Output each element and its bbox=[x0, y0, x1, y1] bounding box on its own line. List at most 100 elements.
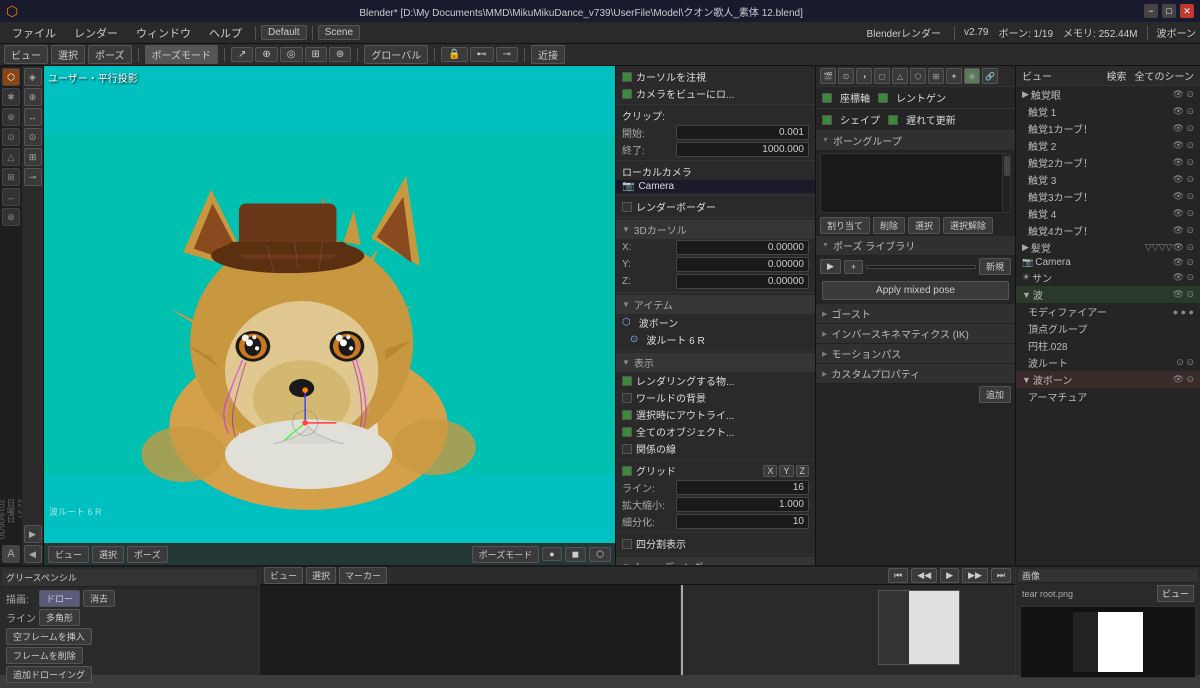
tool-icon-7[interactable]: ⊛ bbox=[2, 208, 20, 226]
tl-next-frame-btn[interactable]: ▶▶ bbox=[962, 568, 988, 583]
sun-vis[interactable]: 👁 ⊙ bbox=[1173, 272, 1194, 283]
scene-item-nami[interactable]: ▼ 波 👁 ⊙ bbox=[1016, 286, 1200, 303]
global-btn[interactable]: グローバル bbox=[364, 45, 428, 64]
grid-y-btn[interactable]: Y bbox=[779, 465, 793, 477]
tool-icon-6[interactable]: ↔ bbox=[2, 188, 20, 206]
pivot-icon5[interactable]: ⊛ bbox=[329, 47, 351, 62]
grid-x-btn[interactable]: X bbox=[763, 465, 777, 477]
scrollbar-thumb[interactable] bbox=[1004, 156, 1010, 176]
menu-render[interactable]: レンダー bbox=[66, 23, 126, 43]
prop-icon-mesh[interactable]: △ bbox=[892, 68, 908, 84]
pose-lib-play-btn[interactable]: ▶ bbox=[820, 259, 841, 274]
shokaku1-vis[interactable]: 👁 ⊙ bbox=[1173, 106, 1194, 117]
camera-scene-vis[interactable]: 👁 ⊙ bbox=[1173, 257, 1194, 268]
tool-icon-3[interactable]: ⊙ bbox=[2, 128, 20, 146]
tool-icon-2[interactable]: ⊕ bbox=[2, 108, 20, 126]
cursor-y-val[interactable]: 0.00000 bbox=[676, 257, 809, 272]
scene-item-shokaku4[interactable]: 触覚 4 👁 ⊙ bbox=[1016, 205, 1200, 222]
prop-icon-material[interactable]: ⬡ bbox=[910, 68, 926, 84]
polygon-btn[interactable]: 多角形 bbox=[39, 609, 80, 626]
tool-icon-4[interactable]: △ bbox=[2, 148, 20, 166]
outliner-all-scenes-btn[interactable]: 全てのシーン bbox=[1135, 68, 1195, 83]
lsb-tool2[interactable]: ⊕ bbox=[24, 88, 42, 106]
shokakugan-vis[interactable]: 👁 ⊙ bbox=[1173, 89, 1194, 100]
vp-render-btn[interactable]: ⬡ bbox=[589, 547, 611, 562]
prop-icon-render[interactable]: 🎬 bbox=[820, 68, 836, 84]
scene-item-modifier[interactable]: モディファイアー ● ● ● bbox=[1016, 303, 1200, 320]
outliner-search-btn[interactable]: 検索 bbox=[1107, 68, 1127, 83]
scene-item-shokaku1curve[interactable]: 触覚1カーブ！ 👁 ⊙ bbox=[1016, 120, 1200, 137]
shokaku4c-vis[interactable]: 👁 ⊙ bbox=[1173, 225, 1194, 236]
shokaku3-vis[interactable]: 👁 ⊙ bbox=[1173, 174, 1194, 185]
window-controls[interactable]: − □ ✕ bbox=[1144, 4, 1194, 18]
prop-icon-world[interactable]: ◑ bbox=[856, 68, 872, 84]
lsb-bottom2[interactable]: ◀ bbox=[24, 545, 42, 563]
scene-item-shokakugan[interactable]: ▶ 触覚眼 👁 ⊙ bbox=[1016, 86, 1200, 103]
prop-icon-constraints[interactable]: 🔗 bbox=[982, 68, 998, 84]
shading-header[interactable]: シェーディング bbox=[616, 557, 815, 565]
scene-item-shokaku2c[interactable]: 触覚2カーブ！ 👁 ⊙ bbox=[1016, 154, 1200, 171]
modifier-vis[interactable]: ● ● ● bbox=[1173, 307, 1194, 317]
snap-btn3[interactable]: ⊸ bbox=[496, 47, 518, 62]
display-header[interactable]: 表示 bbox=[616, 353, 815, 372]
view-menu[interactable]: ビュー bbox=[4, 45, 48, 64]
scene-item-shokaku2[interactable]: 触覚 2 👁 ⊙ bbox=[1016, 137, 1200, 154]
bone-groups-header[interactable]: ボーングループ bbox=[816, 131, 1015, 151]
tl-select-btn[interactable]: 選択 bbox=[306, 567, 336, 584]
pose-menu[interactable]: ポーズ bbox=[88, 45, 132, 64]
shokaku2c-vis[interactable]: 👁 ⊙ bbox=[1173, 157, 1194, 168]
minimize-button[interactable]: − bbox=[1144, 4, 1158, 18]
scene-item-cylinder[interactable]: 円柱.028 bbox=[1016, 337, 1200, 354]
cursor-z-val[interactable]: 0.00000 bbox=[676, 274, 809, 289]
shokaku2-vis[interactable]: 👁 ⊙ bbox=[1173, 140, 1194, 151]
select-btn[interactable]: 選択 bbox=[908, 217, 940, 234]
lsb-tool3[interactable]: ↔ bbox=[24, 108, 42, 126]
3d-viewport[interactable]: ユーザー・平行投影 波ルート 6 R ビュー 選択 ポーズ ポーズモード ● ◼… bbox=[44, 66, 615, 565]
apply-mixed-pose-button[interactable]: Apply mixed pose bbox=[822, 281, 1009, 300]
letter-a-btn[interactable]: A bbox=[2, 545, 20, 563]
vp-select-btn[interactable]: 選択 bbox=[92, 546, 124, 563]
image-view-btn[interactable]: ビュー bbox=[1157, 585, 1194, 602]
prop-icon-particles[interactable]: ✦ bbox=[946, 68, 962, 84]
pivot-icon4[interactable]: ⊞ bbox=[305, 47, 327, 62]
erase-btn[interactable]: 消去 bbox=[83, 590, 115, 607]
tl-prev-frame-btn[interactable]: ◀◀ bbox=[911, 568, 937, 583]
menu-help[interactable]: ヘルプ bbox=[201, 23, 250, 43]
nami-bone-vis[interactable]: 👁 ⊙ bbox=[1173, 374, 1194, 385]
scene-item-shokaku3c[interactable]: 触覚3カーブ！ 👁 ⊙ bbox=[1016, 188, 1200, 205]
pose-lib-add-btn[interactable]: + bbox=[844, 260, 863, 274]
tool-icon-5[interactable]: ⊞ bbox=[2, 168, 20, 186]
close-button[interactable]: ✕ bbox=[1180, 4, 1194, 18]
scene-item-vertex-group[interactable]: 頂点グループ bbox=[1016, 320, 1200, 337]
proximity-btn[interactable]: 近接 bbox=[531, 45, 565, 64]
pose-mode-btn[interactable]: ポーズモード bbox=[145, 45, 219, 64]
snap-btn2[interactable]: ⊷ bbox=[470, 47, 494, 62]
vp-view-btn[interactable]: ビュー bbox=[48, 546, 89, 563]
outliner-view-btn[interactable]: ビュー bbox=[1022, 68, 1052, 83]
shape-chk[interactable] bbox=[822, 115, 832, 125]
prop-icon-texture[interactable]: ⊞ bbox=[928, 68, 944, 84]
snap-btn1[interactable]: 🔒 bbox=[441, 47, 467, 62]
grid-scale-val[interactable]: 1.000 bbox=[676, 497, 809, 512]
vp-shading-btn[interactable]: ● bbox=[542, 547, 561, 561]
nami-root-vis[interactable]: ⊙ ⊙ bbox=[1176, 357, 1194, 368]
default-scene-btn[interactable]: Default bbox=[261, 25, 307, 40]
draw-btn[interactable]: ドロー bbox=[39, 590, 80, 607]
scene-btn[interactable]: Scene bbox=[318, 25, 360, 40]
tl-jump-start-btn[interactable]: ⏮ bbox=[888, 568, 908, 583]
pose-library-header[interactable]: ポーズ ライブラリ bbox=[816, 236, 1015, 256]
deferred-chk[interactable] bbox=[888, 115, 898, 125]
timeline-panel[interactable]: ビュー 選択 マーカー ⏮ ◀◀ ▶ ▶▶ ⏭ bbox=[260, 567, 1015, 675]
prop-icon-object[interactable]: ◻ bbox=[874, 68, 890, 84]
bone-groups-scrollbar[interactable] bbox=[1002, 154, 1010, 212]
maximize-button[interactable]: □ bbox=[1162, 4, 1176, 18]
motion-path-header[interactable]: モーションパス bbox=[816, 344, 1015, 364]
custom-props-add-btn[interactable]: 追加 bbox=[979, 386, 1011, 403]
scene-item-armature[interactable]: アーマチュア bbox=[1016, 388, 1200, 405]
tl-marker-btn[interactable]: マーカー bbox=[339, 567, 387, 584]
coordinate-chk[interactable] bbox=[822, 93, 832, 103]
vp-pose-btn[interactable]: ポーズ bbox=[127, 546, 168, 563]
assign-btn[interactable]: 割り当て bbox=[820, 217, 870, 234]
scene-item-kamikaku[interactable]: ▶ 髪覚 ▽▽▽▽👁 ⊙ bbox=[1016, 239, 1200, 256]
lsb-tool1[interactable]: ◈ bbox=[24, 68, 42, 86]
